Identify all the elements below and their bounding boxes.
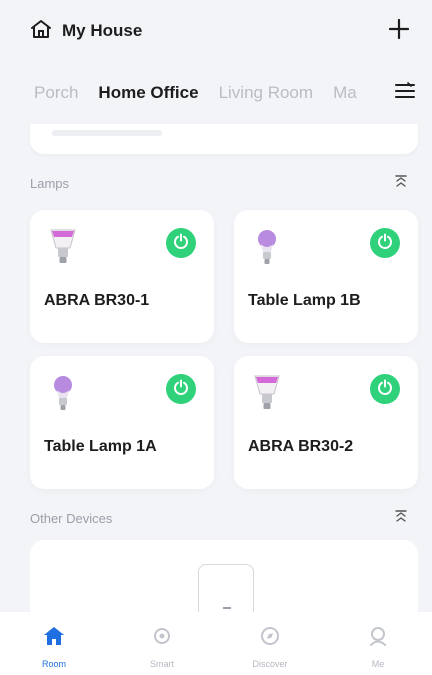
home-outline-icon (30, 19, 52, 44)
power-toggle-button[interactable] (166, 228, 196, 258)
lamps-section-label: Lamps (30, 175, 70, 191)
power-icon (173, 233, 189, 254)
power-toggle-button[interactable] (166, 374, 196, 404)
tabs-fade (352, 70, 392, 116)
header: My House (0, 0, 432, 62)
collapse-arrows-icon (394, 509, 408, 528)
bottom-nav: Room Smart Discover Me (0, 612, 432, 675)
power-icon (173, 379, 189, 400)
other-devices-collapse-button[interactable] (392, 509, 410, 527)
add-device-button[interactable] (386, 18, 412, 44)
a19-bulb-icon (250, 226, 284, 270)
tab-home-office[interactable]: Home Office (98, 83, 198, 103)
device-name: ABRA BR30-1 (44, 292, 150, 309)
nav-discover[interactable]: Discover (230, 626, 310, 669)
room-list-button[interactable] (392, 80, 418, 106)
nav-smart-label: Smart (149, 659, 174, 669)
home-selector-button[interactable]: My House (30, 19, 142, 44)
device-card-abra-br30-1[interactable]: ABRA BR30-1 (30, 210, 214, 343)
lamps-collapse-button[interactable] (392, 174, 410, 192)
device-name: Table Lamp 1B (248, 292, 361, 309)
br30-bulb-icon (250, 372, 284, 416)
home-filled-icon (43, 626, 65, 651)
a19-bulb-icon (46, 372, 80, 416)
lamps-section-header: Lamps (30, 172, 410, 194)
tab-living-room[interactable]: Living Room (219, 83, 314, 103)
nav-me-label: Me (371, 659, 385, 669)
power-icon (377, 379, 393, 400)
switch-indicator (223, 607, 231, 609)
device-card-table-lamp-1b[interactable]: Table Lamp 1B (234, 210, 418, 343)
br30-bulb-icon (46, 226, 80, 270)
collapse-arrows-icon (394, 174, 408, 193)
nav-room[interactable]: Room (14, 626, 94, 669)
nav-discover-label: Discover (252, 659, 288, 669)
nav-smart[interactable]: Smart (122, 626, 202, 669)
device-card-abra-br30-2[interactable]: ABRA BR30-2 (234, 356, 418, 489)
plus-icon (388, 18, 410, 45)
app-root: My House Porch Home Office Living Room M… (0, 0, 432, 675)
power-toggle-button[interactable] (370, 374, 400, 404)
discover-icon (259, 626, 281, 651)
nav-me[interactable]: Me (338, 626, 418, 669)
device-name: Table Lamp 1A (44, 438, 157, 455)
power-toggle-button[interactable] (370, 228, 400, 258)
scrolled-card-edge (30, 124, 418, 154)
home-title: My House (62, 21, 143, 40)
room-tabs: Porch Home Office Living Room Ma (0, 70, 432, 116)
list-menu-icon (394, 81, 416, 105)
device-name: ABRA BR30-2 (248, 438, 354, 455)
device-card-table-lamp-1a[interactable]: Table Lamp 1A (30, 356, 214, 489)
scrolled-content-ghost (52, 130, 162, 136)
other-devices-section-header: Other Devices (30, 507, 410, 529)
smart-icon (151, 626, 173, 651)
power-icon (377, 233, 393, 254)
other-devices-section-label: Other Devices (30, 510, 113, 526)
tab-porch[interactable]: Porch (34, 83, 78, 103)
nav-room-label: Room (41, 659, 66, 669)
profile-icon (367, 626, 389, 651)
